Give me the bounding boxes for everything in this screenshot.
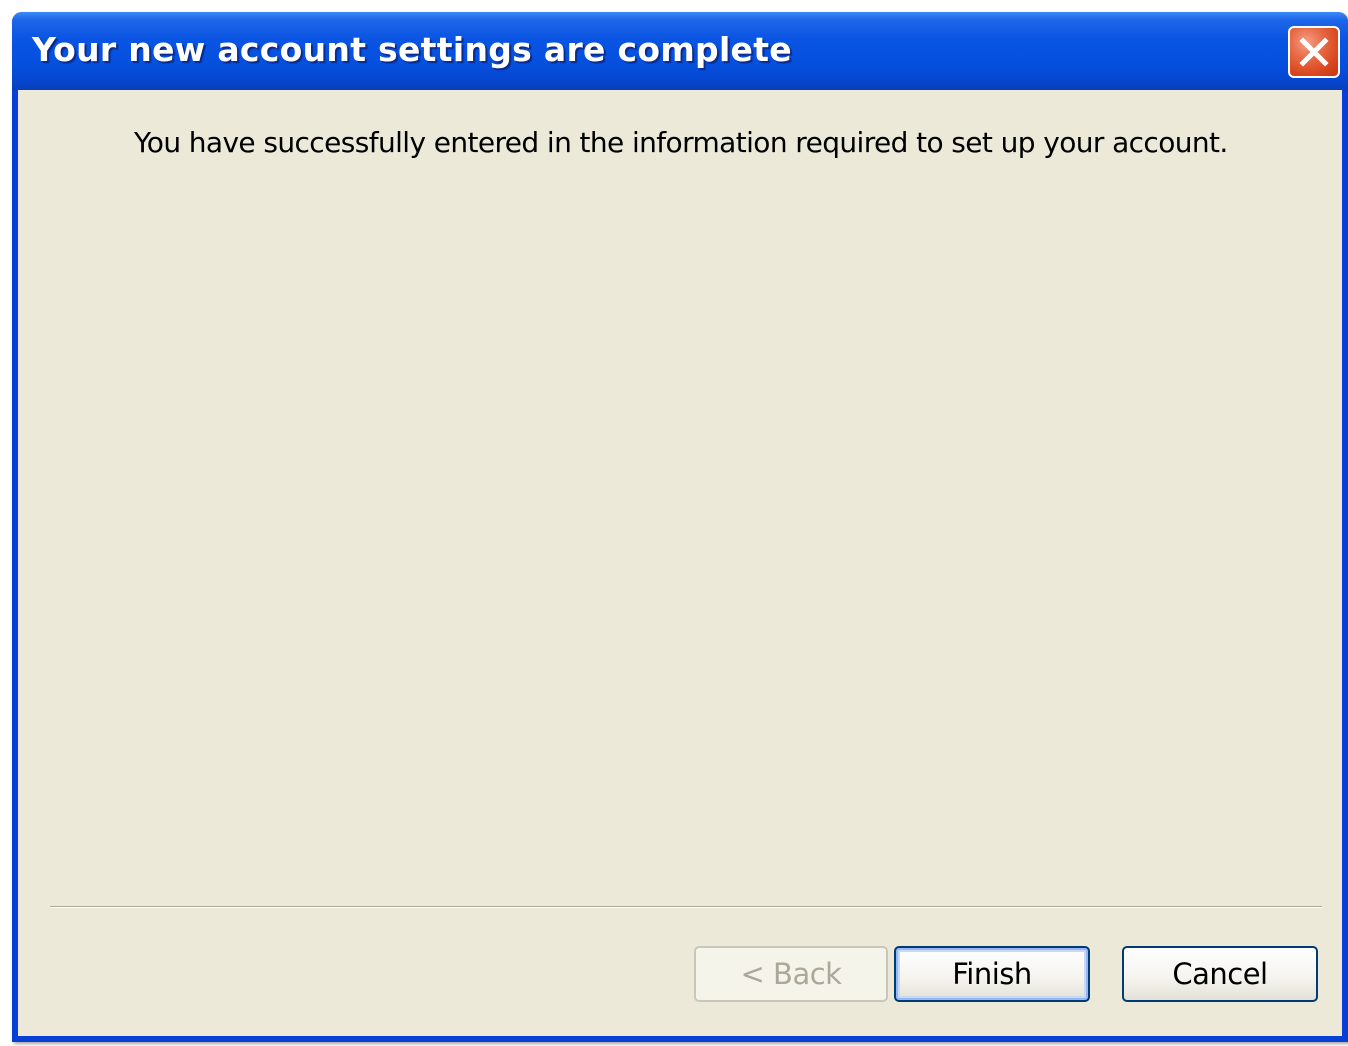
dialog-title: Your new account settings are complete	[32, 30, 792, 69]
back-button[interactable]: < Back	[694, 946, 888, 1002]
close-button[interactable]	[1288, 26, 1340, 78]
dialog-body: You have successfully entered in the inf…	[18, 90, 1342, 1036]
account-setup-dialog: Your new account settings are complete Y…	[12, 12, 1348, 1042]
title-bar[interactable]: Your new account settings are complete	[12, 12, 1348, 90]
success-message: You have successfully entered in the inf…	[134, 126, 1228, 159]
finish-button[interactable]: Finish	[894, 946, 1090, 1002]
separator-line	[50, 906, 1322, 908]
close-icon	[1299, 37, 1329, 67]
cancel-button[interactable]: Cancel	[1122, 946, 1318, 1002]
